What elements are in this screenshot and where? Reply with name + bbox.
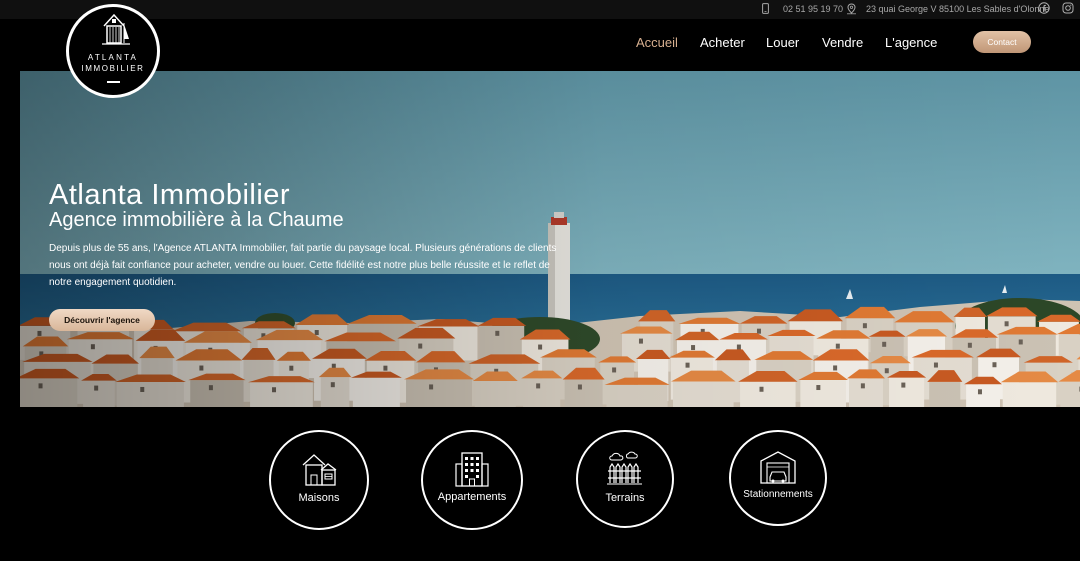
category-label: Appartements [437, 491, 507, 503]
phone-contact[interactable]: 02 51 95 19 70 [762, 3, 843, 14]
land-fence-icon [607, 451, 642, 485]
house-icon [302, 454, 337, 486]
main-header: Accueil Acheter Louer Vendre L'agence Co… [0, 19, 1080, 71]
hero-banner: Atlanta Immobilier Agence immobilière à … [20, 71, 1080, 407]
category-label: Maisons [298, 492, 340, 504]
facebook-link[interactable] [1038, 2, 1050, 14]
category-terrains[interactable]: Terrains [576, 430, 674, 528]
location-icon [846, 3, 857, 15]
nav-louer[interactable]: Louer [766, 35, 799, 50]
logo-underline [107, 81, 120, 83]
category-stationnements[interactable]: Stationnements [729, 430, 827, 526]
category-appartements[interactable]: Appartements [421, 430, 523, 530]
hero-title: Atlanta Immobilier [49, 179, 291, 211]
garage-icon [760, 451, 796, 484]
apartment-building-icon [455, 452, 489, 487]
nav-accueil[interactable]: Accueil [636, 35, 678, 50]
top-bar: 02 51 95 19 70 23 quai George V 85100 Le… [0, 0, 1080, 19]
hero-description: Depuis plus de 55 ans, l'Agence ATLANTA … [49, 243, 557, 288]
logo-text-line2: IMMOBILIER [81, 64, 145, 73]
address-text: 23 quai George V 85100 Les Sables d'Olon… [866, 4, 1050, 14]
hero-background-image [20, 71, 1080, 407]
nav-acheter[interactable]: Acheter [700, 35, 745, 50]
discover-agency-button[interactable]: Découvrir l'agence [49, 309, 155, 331]
phone-number: 02 51 95 19 70 [783, 3, 844, 14]
category-label: Stationnements [743, 489, 813, 500]
hero-subtitle: Agence immobilière à la Chaume [49, 209, 344, 231]
instagram-icon [1062, 2, 1074, 14]
nav-vendre[interactable]: Vendre [822, 35, 863, 50]
address-contact: 23 quai George V 85100 Les Sables d'Olon… [846, 3, 1049, 15]
category-label: Terrains [605, 492, 645, 504]
facebook-icon [1038, 2, 1050, 14]
contact-button[interactable]: Contact [973, 31, 1031, 53]
phone-icon [762, 3, 769, 14]
instagram-link[interactable] [1062, 2, 1074, 14]
logo-text-line1: ATLANTA [87, 53, 139, 62]
nav-agence[interactable]: L'agence [885, 35, 937, 50]
site-logo[interactable]: ATLANTA IMMOBILIER [66, 4, 160, 98]
category-maisons[interactable]: Maisons [269, 430, 369, 530]
beach-hut-logo-icon [102, 13, 130, 45]
